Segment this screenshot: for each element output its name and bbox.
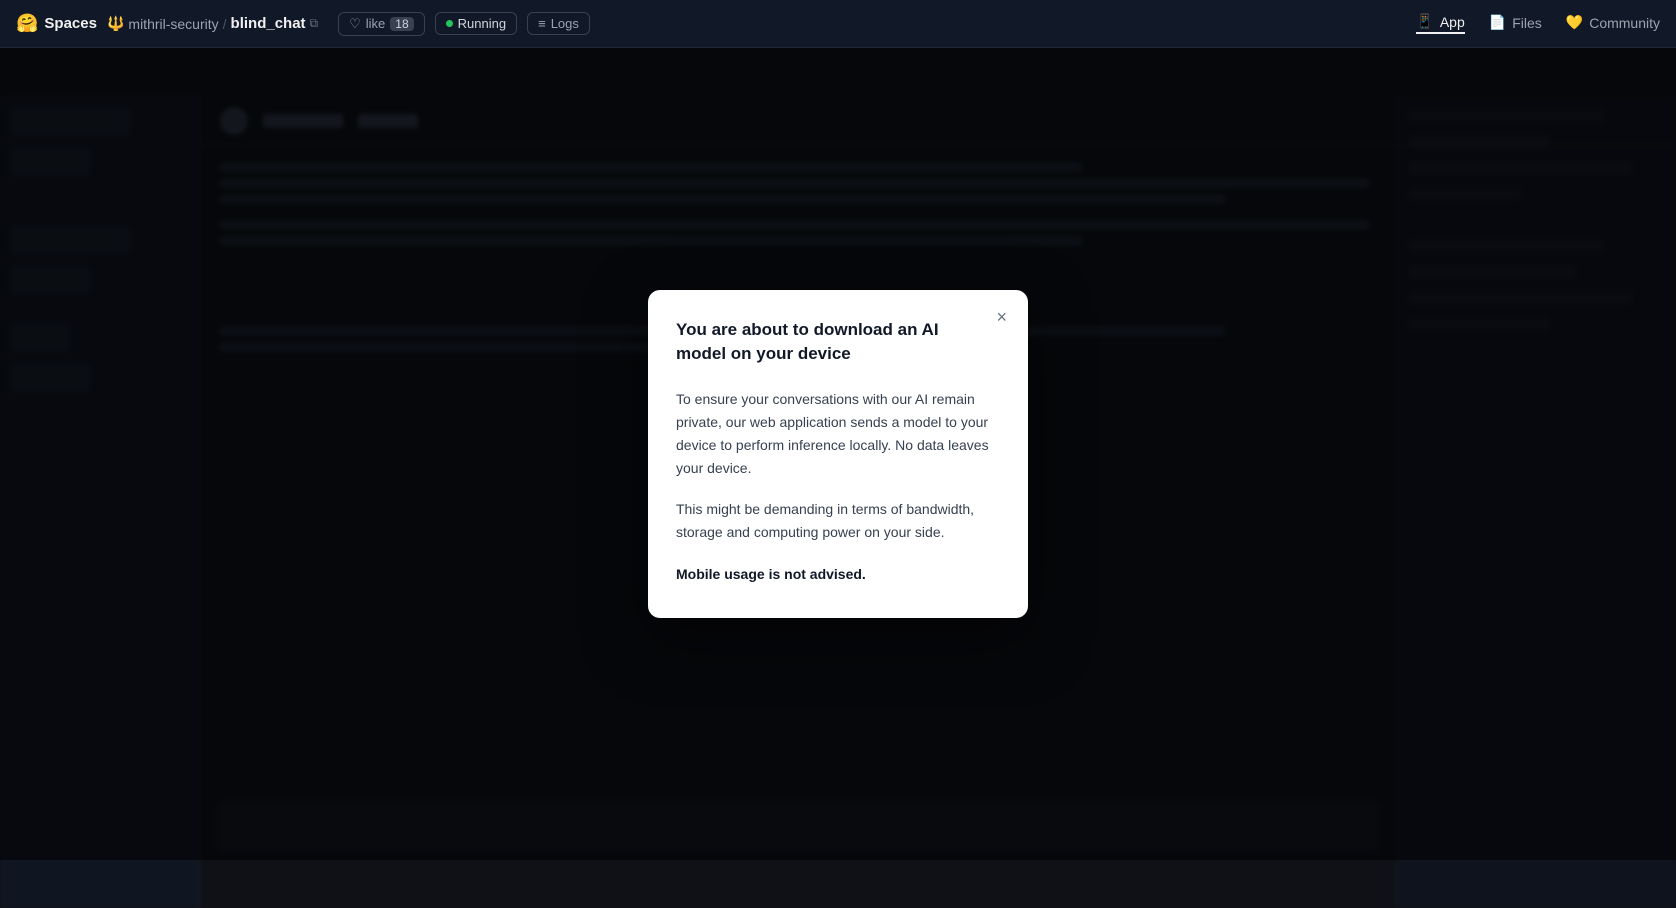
copy-icon[interactable]: ⧉ bbox=[310, 16, 319, 31]
breadcrumb: 🔱 mithril-security / blind_chat ⧉ bbox=[107, 15, 318, 32]
status-label: Running bbox=[458, 16, 506, 31]
like-button[interactable]: ♡ like 18 bbox=[338, 12, 425, 36]
modal-paragraph-2: This might be demanding in terms of band… bbox=[676, 498, 1000, 544]
app-icon: 📱 bbox=[1416, 13, 1433, 30]
spaces-label: Spaces bbox=[44, 15, 97, 32]
tab-app-label: App bbox=[1440, 14, 1465, 30]
like-count: 18 bbox=[390, 17, 413, 31]
modal-paragraph-1: To ensure your conversations with our AI… bbox=[676, 388, 1000, 480]
tab-app[interactable]: 📱 App bbox=[1416, 13, 1464, 34]
top-navbar: 🤗 Spaces 🔱 mithril-security / blind_chat… bbox=[0, 0, 1676, 48]
tab-files[interactable]: 📄 Files bbox=[1489, 14, 1542, 33]
modal-dialog: × You are about to download an AI model … bbox=[648, 290, 1028, 617]
status-dot-icon bbox=[446, 20, 453, 27]
repo-name[interactable]: blind_chat bbox=[231, 15, 306, 32]
spaces-logo[interactable]: 🤗 Spaces bbox=[16, 13, 97, 34]
like-label: like bbox=[366, 16, 386, 31]
logs-button[interactable]: ≡ Logs bbox=[527, 12, 590, 35]
modal-title: You are about to download an AI model on… bbox=[676, 318, 1000, 366]
tab-community[interactable]: 💛 Community bbox=[1566, 14, 1660, 33]
breadcrumb-owner[interactable]: 🔱 mithril-security bbox=[107, 15, 219, 32]
modal-paragraph-3: Mobile usage is not advised. bbox=[676, 563, 1000, 586]
spaces-emoji-icon: 🤗 bbox=[16, 13, 38, 34]
tab-community-label: Community bbox=[1589, 15, 1660, 31]
modal-overlay: × You are about to download an AI model … bbox=[0, 48, 1676, 860]
owner-name: mithril-security bbox=[128, 16, 218, 32]
modal-close-button[interactable]: × bbox=[991, 306, 1012, 328]
owner-emoji-icon: 🔱 bbox=[107, 15, 124, 32]
logs-icon: ≡ bbox=[538, 16, 546, 31]
navbar-right: 📱 App 📄 Files 💛 Community bbox=[1416, 13, 1660, 34]
tab-files-label: Files bbox=[1512, 15, 1542, 31]
logs-label: Logs bbox=[551, 16, 579, 31]
modal-body: To ensure your conversations with our AI… bbox=[676, 388, 1000, 586]
heart-icon: ♡ bbox=[349, 16, 361, 32]
breadcrumb-separator: / bbox=[223, 16, 227, 32]
running-status-badge: Running bbox=[435, 12, 517, 35]
navbar-left: 🤗 Spaces 🔱 mithril-security / blind_chat… bbox=[16, 12, 1416, 36]
community-icon: 💛 bbox=[1566, 14, 1583, 31]
modal-bold-text: Mobile usage is not advised. bbox=[676, 566, 866, 582]
files-icon: 📄 bbox=[1489, 14, 1506, 31]
